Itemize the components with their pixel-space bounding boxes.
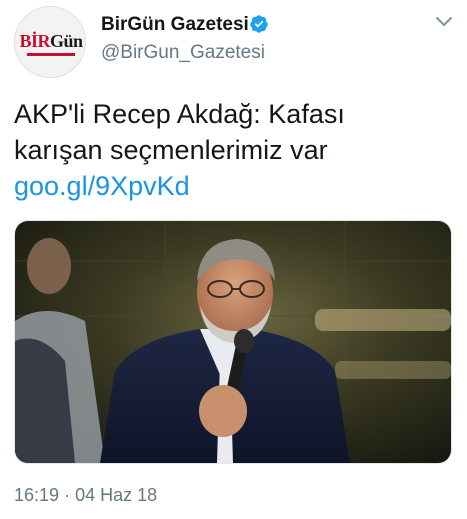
account-handle[interactable]: @BirGun_Gazetesi [101, 42, 265, 64]
tweet-card[interactable]: BİRGün BirGün Gazetesi @BirGun_Gazetesi … [0, 0, 467, 519]
tweet-text-line-2: karışan seçmenlerimiz var [14, 135, 328, 165]
verified-badge-icon [250, 15, 268, 33]
tweet-photo[interactable] [14, 220, 452, 464]
tweet-link[interactable]: goo.gl/9XpvKd [14, 168, 190, 204]
tweet-timestamp[interactable]: 16:19 · 04 Haz 18 [14, 484, 157, 506]
birgun-logo: BİRGün [19, 31, 83, 51]
tweet-text: AKP'li Recep Akdağ: Kafası karışan seçme… [14, 96, 454, 168]
logo-underline [27, 53, 75, 56]
photo-illustration [15, 221, 451, 463]
tweet-text-line-1: AKP'li Recep Akdağ: Kafası [14, 99, 345, 129]
chevron-down-icon[interactable] [432, 12, 456, 32]
display-name[interactable]: BirGün Gazetesi [101, 14, 249, 36]
avatar[interactable]: BİRGün [14, 6, 86, 78]
